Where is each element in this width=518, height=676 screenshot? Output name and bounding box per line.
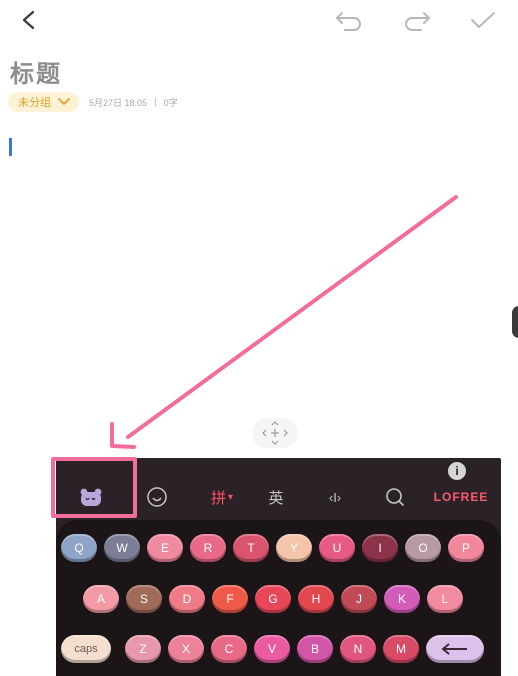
key-e[interactable]: E [147,534,183,562]
key-n[interactable]: N [340,635,376,663]
key-j[interactable]: J [341,585,377,613]
category-label: 未分组 [18,96,51,109]
key-p[interactable]: P [448,534,484,562]
key-x[interactable]: X [168,635,204,663]
key-t[interactable]: T [233,534,269,562]
done-button[interactable] [466,6,500,34]
emoji-button[interactable] [142,484,172,510]
text-cursor [9,138,12,156]
key-c[interactable]: C [211,635,247,663]
pinyin-dropdown-mark: ▾ [227,491,234,503]
key-row-2: ASDFGHJKL [56,585,501,615]
undo-button[interactable] [332,6,366,34]
key-h[interactable]: H [298,585,334,613]
key-w[interactable]: W [104,534,140,562]
key-l[interactable]: L [427,585,463,613]
key-q[interactable]: Q [61,534,97,562]
back-arrow-icon [22,10,35,30]
key-row-3: caps Z X C V B N M [56,635,501,665]
key-i[interactable]: I [362,534,398,562]
key-o[interactable]: O [405,534,441,562]
redo-button[interactable] [400,6,434,34]
top-toolbar [0,0,518,40]
backspace-icon [441,643,467,655]
key-a[interactable]: A [83,585,119,613]
note-date: 5月27日 18:05 [89,97,148,108]
pinyin-label: 拼 [210,488,226,507]
english-label: 英 [268,488,284,507]
key-f[interactable]: F [212,585,248,613]
english-input-toggle[interactable]: 英 [262,484,290,510]
cursor-bracket-icon: ‹I› [328,489,342,505]
search-icon [386,488,404,506]
key-d[interactable]: D [169,585,205,613]
key-row-1: QWERTYUIOP [56,534,501,564]
word-count: 0字 [163,97,178,108]
search-button[interactable] [380,484,410,510]
caps-key[interactable]: caps [61,635,111,663]
key-r[interactable]: R [190,534,226,562]
key-b[interactable]: B [297,635,333,663]
key-m[interactable]: M [383,635,419,663]
info-icon[interactable]: i [448,462,466,480]
cursor-control-button[interactable]: ‹I› [318,484,352,510]
emoji-icon [147,487,167,507]
category-dropdown[interactable]: 未分组 [8,92,79,112]
key-y[interactable]: Y [276,534,312,562]
annotation-highlight-box [51,457,137,518]
back-button[interactable] [12,6,46,34]
keyboard-keys: QWERTYUIOP ASDFGHJKL caps Z X C V B N M [56,520,501,676]
key-k[interactable]: K [384,585,420,613]
meta-separator: | [154,96,157,108]
checkmark-icon [471,12,495,28]
key-g[interactable]: G [255,585,291,613]
brand-logo: LOFREE [433,490,489,504]
note-title[interactable]: 标题 [10,54,62,89]
key-z[interactable]: Z [125,635,161,663]
undo-icon [336,12,361,31]
key-v[interactable]: V [254,635,290,663]
key-s[interactable]: S [126,585,162,613]
backspace-key[interactable] [426,635,484,663]
key-u[interactable]: U [319,534,355,562]
note-meta: 未分组 5月27日 18:05 | 0字 [8,92,178,112]
keyboard-move-handle[interactable] [252,418,298,448]
redo-icon [405,12,430,31]
chevron-down-icon [58,98,70,105]
side-drag-handle[interactable] [512,306,518,338]
move-handle-icon [262,421,288,445]
pinyin-input-toggle[interactable]: 拼 ▾ [204,484,240,510]
